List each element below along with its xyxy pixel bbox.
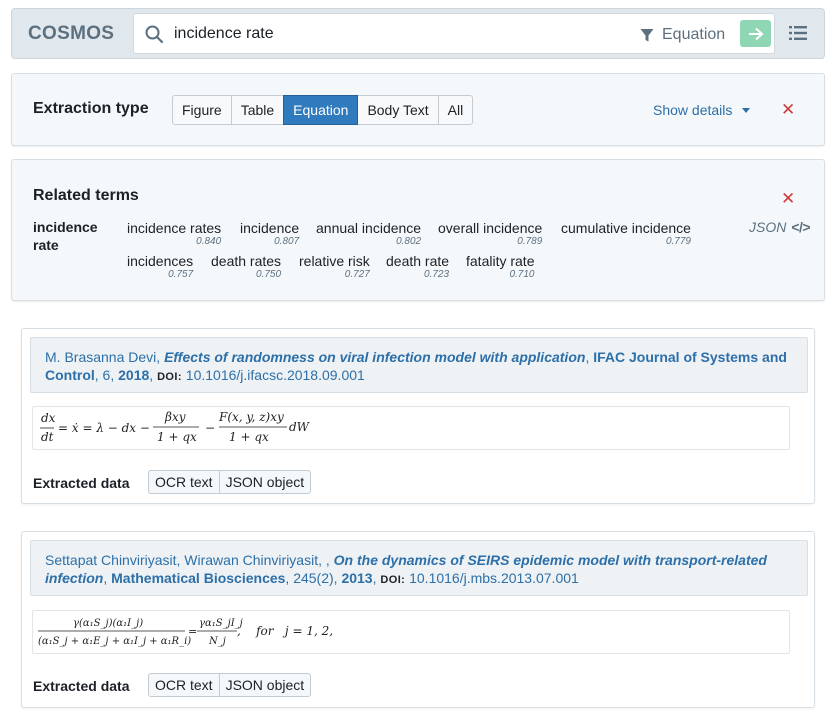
show-details-toggle[interactable]: Show details xyxy=(653,102,751,118)
extracted-data-buttons: OCR text JSON object xyxy=(148,673,312,697)
equation-image: dx dt = ẋ = λ − dx − βxy 1 + qx − F(x, y… xyxy=(32,406,790,450)
ocr-text-button[interactable]: OCR text xyxy=(148,470,220,494)
caret-down-icon xyxy=(742,107,751,113)
extraction-option-equation[interactable]: Equation xyxy=(283,95,359,125)
extraction-option-all[interactable]: All xyxy=(437,95,474,125)
extraction-type-panel: Extraction type Figure Table Equation Bo… xyxy=(11,73,825,146)
svg-text:dW: dW xyxy=(289,420,311,434)
related-term[interactable]: annual incidence 0.802 xyxy=(316,220,421,247)
list-icon[interactable] xyxy=(788,23,808,43)
authors: Settapat Chinviriyasit, Wirawan Chinviri… xyxy=(45,552,334,568)
svg-text:1 + qx: 1 + qx xyxy=(229,430,269,444)
extraction-option-figure[interactable]: Figure xyxy=(172,95,232,125)
svg-text:γ(α₁S_j)(α₁I_j): γ(α₁S_j)(α₁I_j) xyxy=(73,618,143,629)
extraction-option-body-text[interactable]: Body Text xyxy=(357,95,439,125)
svg-text:(α₁S_j + α₁E_j + α₁I_j + α₁R_i: (α₁S_j + α₁E_j + α₁I_j + α₁R_i) xyxy=(38,636,191,647)
related-term[interactable]: death rate 0.723 xyxy=(386,253,449,280)
arrow-right-icon xyxy=(748,27,763,40)
search-box: Equation xyxy=(133,13,775,54)
search-icon xyxy=(145,25,164,44)
search-submit-button[interactable] xyxy=(740,20,771,47)
authors: M. Brasanna Devi, xyxy=(45,349,165,365)
related-terms-title: Related terms xyxy=(33,187,139,204)
paper-title-link[interactable]: Effects of randomness on viral infection… xyxy=(164,349,585,365)
extracted-data-buttons: OCR text JSON object xyxy=(148,470,312,494)
extracted-data-label: Extracted data xyxy=(33,678,130,694)
svg-text:βxy: βxy xyxy=(164,410,186,424)
related-term[interactable]: relative risk 0.727 xyxy=(299,253,370,280)
volume: , 245(2), xyxy=(285,570,342,586)
svg-text:dt: dt xyxy=(41,430,54,444)
svg-text:, for j = 1, 2,: , for j = 1, 2, xyxy=(237,624,333,638)
doi-link[interactable]: 10.1016/j.ifacsc.2018.09.001 xyxy=(186,367,365,383)
search-input[interactable] xyxy=(174,22,624,46)
close-icon[interactable]: ✕ xyxy=(781,101,795,118)
app-logo[interactable]: COSMOS xyxy=(28,23,114,45)
citation: M. Brasanna Devi, Effects of randomness … xyxy=(30,337,808,393)
svg-text:−: − xyxy=(205,421,215,435)
related-term[interactable]: incidence 0.807 xyxy=(240,220,299,247)
svg-text:F(x, y, z)xy: F(x, y, z)xy xyxy=(218,410,284,424)
result-card: M. Brasanna Devi, Effects of randomness … xyxy=(21,328,815,504)
close-icon[interactable]: ✕ xyxy=(781,190,795,207)
filter-icon xyxy=(640,28,654,41)
filter-button[interactable]: Equation xyxy=(640,23,725,47)
svg-text:= ẋ = λ − dx −: = ẋ = λ − dx − xyxy=(58,421,150,435)
related-terms-panel: Related terms ✕ incidence rate incidence… xyxy=(11,159,825,301)
json-link[interactable]: JSON </> xyxy=(749,219,811,235)
related-term[interactable]: fatality rate 0.710 xyxy=(466,253,534,280)
svg-text:=: = xyxy=(188,625,197,638)
result-card: Settapat Chinviriyasit, Wirawan Chinviri… xyxy=(21,531,815,708)
year: 2013 xyxy=(341,570,373,586)
ocr-text-button[interactable]: OCR text xyxy=(148,673,220,697)
extracted-data-label: Extracted data xyxy=(33,475,130,491)
volume: , 6, xyxy=(94,367,119,383)
doi-label: DOI: xyxy=(157,371,182,383)
extraction-option-table[interactable]: Table xyxy=(230,95,285,125)
doi-link[interactable]: 10.1016/j.mbs.2013.07.001 xyxy=(409,570,579,586)
code-icon: </> xyxy=(791,219,811,235)
citation: Settapat Chinviriyasit, Wirawan Chinviri… xyxy=(30,540,808,596)
year: 2018 xyxy=(118,367,150,383)
related-term[interactable]: death rates 0.750 xyxy=(211,253,281,280)
svg-text:1 + qx: 1 + qx xyxy=(157,430,197,444)
related-term[interactable]: incidences 0.757 xyxy=(127,253,193,280)
equation-image: γ(α₁S_j)(α₁I_j) (α₁S_j + α₁E_j + α₁I_j +… xyxy=(32,610,790,654)
json-object-button[interactable]: JSON object xyxy=(218,673,312,697)
extraction-type-label: Extraction type xyxy=(33,100,149,117)
show-details-label: Show details xyxy=(653,102,733,118)
extraction-type-selector: Figure Table Equation Body Text All xyxy=(172,95,474,125)
related-term[interactable]: cumulative incidence 0.779 xyxy=(561,220,691,247)
doi-label: DOI: xyxy=(380,574,406,586)
filter-label: Equation xyxy=(662,26,726,43)
svg-text:N_j: N_j xyxy=(208,636,226,647)
json-object-button[interactable]: JSON object xyxy=(218,470,312,494)
json-label: JSON xyxy=(749,219,787,235)
top-bar: COSMOS Equation xyxy=(11,8,825,59)
related-term[interactable]: incidence rates 0.840 xyxy=(127,220,221,247)
related-term[interactable]: overall incidence 0.789 xyxy=(438,220,542,247)
related-terms-query: incidence rate xyxy=(33,219,98,253)
journal-name: Mathematical Biosciences xyxy=(111,570,286,586)
svg-text:dx: dx xyxy=(41,411,56,425)
